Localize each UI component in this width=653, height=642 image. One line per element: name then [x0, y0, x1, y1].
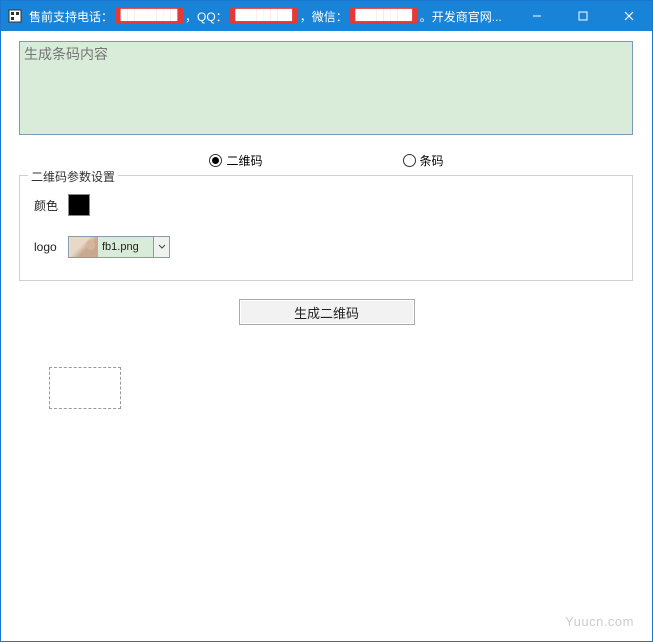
output-preview-placeholder	[49, 367, 121, 409]
logo-select[interactable]: fb1.png	[68, 236, 170, 258]
barcode-content-input[interactable]	[19, 41, 633, 135]
title-wechat-label: ，微信：	[300, 8, 348, 25]
radio-qrcode-label: 二维码	[226, 152, 262, 169]
title-prefix: 售前支持电话：	[29, 8, 113, 25]
radio-barcode-label: 条码	[420, 152, 444, 169]
color-picker[interactable]	[68, 194, 90, 216]
generate-row: 生成二维码	[19, 299, 634, 325]
watermark: Yuucn.com	[565, 614, 634, 629]
qrcode-params-group: 二维码参数设置 颜色 logo fb1.png	[19, 175, 633, 281]
radio-qrcode[interactable]: 二维码	[209, 152, 262, 169]
title-suffix: 。开发商官网...	[420, 8, 502, 25]
radio-dot-icon	[209, 154, 222, 167]
logo-label: logo	[34, 240, 68, 254]
close-button[interactable]	[606, 1, 652, 31]
client-area: 二维码 条码 二维码参数设置 颜色 logo fb1.png	[1, 31, 652, 419]
window-title: 售前支持电话： ████████ ，QQ： ████████ ，微信： ████…	[29, 8, 502, 25]
logo-thumbnail	[70, 237, 98, 257]
logo-filename: fb1.png	[100, 241, 153, 253]
app-icon	[7, 8, 23, 24]
qq-redacted: ████████	[230, 8, 298, 24]
chevron-down-icon	[153, 237, 169, 257]
titlebar: 售前支持电话： ████████ ，QQ： ████████ ，微信： ████…	[1, 1, 652, 31]
window-controls	[514, 1, 652, 31]
code-type-radio-group: 二维码 条码	[19, 152, 634, 169]
color-row: 颜色	[34, 194, 618, 216]
wechat-redacted: ████████	[350, 8, 418, 24]
logo-row: logo fb1.png	[34, 236, 618, 258]
phone-redacted: ████████	[115, 8, 183, 24]
maximize-button[interactable]	[560, 1, 606, 31]
minimize-button[interactable]	[514, 1, 560, 31]
radio-barcode[interactable]: 条码	[403, 152, 444, 169]
app-window: 售前支持电话： ████████ ，QQ： ████████ ，微信： ████…	[0, 0, 653, 642]
color-label: 颜色	[34, 197, 68, 214]
generate-button[interactable]: 生成二维码	[239, 299, 415, 325]
group-legend: 二维码参数设置	[28, 168, 118, 185]
title-qq-label: ，QQ：	[185, 8, 228, 25]
radio-circle-icon	[403, 154, 416, 167]
